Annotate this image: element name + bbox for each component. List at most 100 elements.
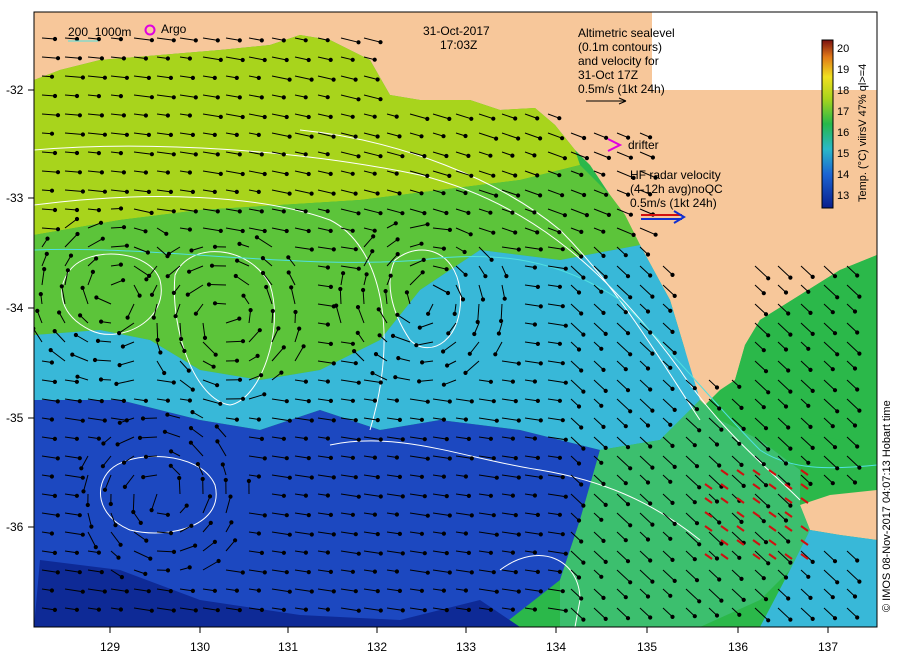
velocity-arrow-head <box>397 531 402 537</box>
velocity-arrow-head <box>218 228 223 233</box>
velocity-arrow-head <box>93 545 98 550</box>
velocity-arrow-head <box>761 291 766 296</box>
velocity-arrow-head <box>441 417 446 422</box>
velocity-arrow-head <box>472 331 477 337</box>
velocity-arrow-head <box>179 336 184 342</box>
velocity-arrow-head <box>215 439 220 444</box>
velocity-arrow-head <box>645 480 651 485</box>
velocity-arrow-head <box>390 333 396 338</box>
velocity-arrow-head <box>259 550 264 556</box>
velocity-arrow-head <box>338 286 343 292</box>
velocity-arrow-head <box>628 212 634 217</box>
velocity-arrow-head <box>212 588 217 593</box>
velocity-arrow-head <box>504 274 509 279</box>
velocity-arrow-head <box>149 608 154 613</box>
velocity-arrow-head <box>444 153 449 159</box>
velocity-arrow-head <box>419 531 424 536</box>
velocity-arrow-head <box>584 156 590 161</box>
velocity-arrow-head <box>193 95 198 100</box>
velocity-arrow-head <box>52 36 58 42</box>
velocity-arrow-head <box>165 398 170 403</box>
velocity-arrow-head <box>331 361 336 366</box>
velocity-arrow-head <box>356 437 361 442</box>
velocity-arrow-head <box>425 513 430 518</box>
velocity-arrow-head <box>394 512 399 517</box>
velocity-arrow-head <box>74 207 80 213</box>
velocity-arrow-head <box>488 379 493 384</box>
velocity-arrow-head <box>491 570 496 575</box>
velocity-arrow-head <box>717 463 722 468</box>
velocity-arrow-head <box>74 436 80 441</box>
velocity-arrow-head <box>94 256 99 261</box>
velocity-arrow-head <box>494 475 499 480</box>
velocity-arrow-head <box>74 550 80 555</box>
velocity-arrow-head <box>146 75 151 81</box>
velocity-arrow-head <box>240 114 245 120</box>
altimetry-line-1: Altimetric sealevel <box>578 26 675 40</box>
velocity-arrow-head <box>284 570 289 575</box>
velocity-arrow-head <box>810 388 815 393</box>
velocity-arrow-head <box>513 513 518 518</box>
velocity-arrow-head <box>628 466 633 471</box>
velocity-arrow-head <box>303 152 308 157</box>
velocity-arrow-head <box>165 113 170 118</box>
velocity-arrow-head <box>469 399 474 404</box>
velocity-arrow-head <box>466 493 471 498</box>
velocity-arrow-head <box>532 493 538 498</box>
sst-map <box>28 11 878 633</box>
colorbar-tick-label: 18 <box>837 85 850 97</box>
hf-radar-line-1: HF radar velocity <box>630 168 721 182</box>
velocity-arrow-head <box>281 345 286 350</box>
velocity-arrow-head <box>378 551 383 556</box>
velocity-arrow-head <box>125 315 130 320</box>
velocity-arrow-head <box>852 423 858 428</box>
colorbar-tick-label: 17 <box>837 106 850 118</box>
velocity-arrow-head <box>852 309 858 314</box>
velocity-arrow-head <box>331 191 336 196</box>
x-tick-label: 129 <box>99 640 121 654</box>
velocity-arrow-head <box>463 272 468 277</box>
velocity-arrow-head <box>694 407 700 412</box>
velocity-arrow-head <box>98 220 104 225</box>
velocity-arrow-head <box>599 460 604 465</box>
velocity-arrow-head <box>786 368 791 373</box>
velocity-arrow-head <box>44 251 49 256</box>
velocity-arrow-head <box>397 474 402 479</box>
velocity-arrow-head <box>331 418 336 423</box>
velocity-arrow-head <box>35 308 40 313</box>
velocity-arrow-head <box>143 229 148 234</box>
velocity-arrow-head <box>563 323 568 328</box>
y-tick-label: -36 <box>6 520 24 534</box>
velocity-arrow-head <box>670 272 675 277</box>
velocity-arrow-head <box>328 57 333 63</box>
velocity-arrow-head <box>491 399 496 404</box>
velocity-arrow-head <box>672 407 677 412</box>
velocity-arrow-head <box>309 532 314 537</box>
velocity-arrow-head <box>441 531 446 536</box>
velocity-arrow-head <box>187 56 192 61</box>
velocity-arrow-head <box>579 368 584 373</box>
velocity-arrow-head <box>606 212 612 217</box>
velocity-arrow-head <box>562 156 568 161</box>
velocity-arrow-head <box>169 449 174 454</box>
velocity-arrow-head <box>325 550 330 555</box>
velocity-arrow-head <box>714 556 720 561</box>
velocity-arrow-head <box>188 426 194 431</box>
velocity-arrow-head <box>124 189 130 194</box>
velocity-arrow-head <box>808 367 813 372</box>
velocity-arrow-head <box>444 210 449 216</box>
velocity-arrow-head <box>289 285 294 290</box>
velocity-arrow-head <box>694 464 700 469</box>
velocity-arrow-head <box>452 311 457 316</box>
velocity-arrow-head <box>397 191 402 196</box>
velocity-arrow-head <box>149 38 154 43</box>
altimetry-line-5: 0.5m/s (1kt 24h) <box>578 82 665 96</box>
velocity-arrow-head <box>628 523 633 528</box>
velocity-arrow-head <box>262 228 267 234</box>
velocity-arrow-head <box>52 607 58 613</box>
velocity-arrow-head <box>441 474 446 479</box>
velocity-arrow-head <box>719 541 724 546</box>
velocity-arrow-head <box>52 93 58 99</box>
velocity-arrow-head <box>45 236 50 241</box>
velocity-arrow-head <box>631 232 636 237</box>
